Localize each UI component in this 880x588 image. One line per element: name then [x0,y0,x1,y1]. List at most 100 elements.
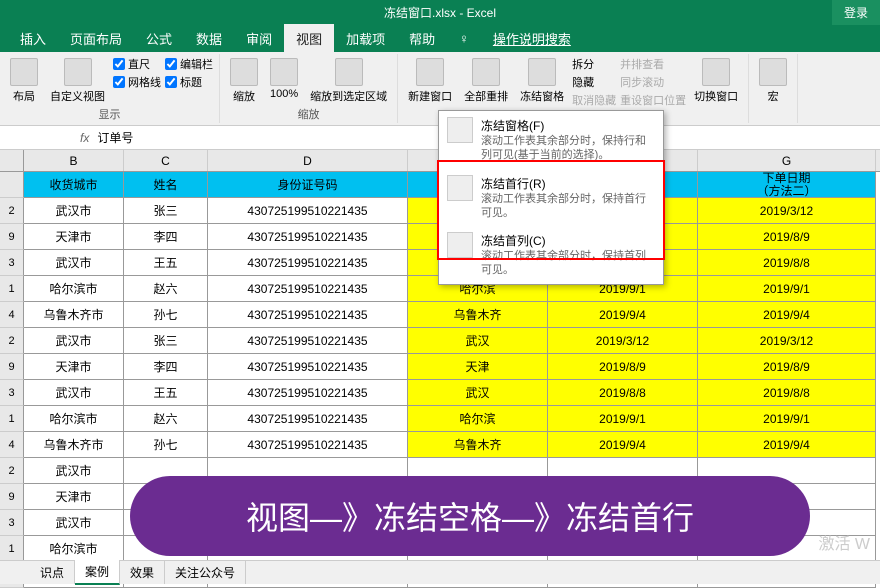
switch-window-button[interactable]: 切换窗口 [690,56,742,106]
cell[interactable]: 乌鲁木齐 [408,432,548,458]
unhide-button[interactable]: 取消隐藏 [572,92,616,108]
tab-页面布局[interactable]: 页面布局 [58,23,134,54]
row-header[interactable]: 2 [0,328,24,354]
sync-scroll-button[interactable]: 同步滚动 [620,74,686,90]
cell[interactable]: 天津 [408,354,548,380]
zoom-selection-button[interactable]: 缩放到选定区域 [306,56,391,106]
col-header-C[interactable]: C [124,150,208,171]
cell[interactable]: 武汉市 [24,380,124,406]
login-button[interactable]: 登录 [832,0,880,25]
row-header[interactable]: 3 [0,510,24,536]
cell[interactable]: 2019/9/1 [548,406,698,432]
split-button[interactable]: 拆分 [572,56,616,72]
row-header[interactable]: 2 [0,198,24,224]
row-header[interactable]: 9 [0,354,24,380]
cell[interactable]: 武汉市 [24,328,124,354]
sheet-tab-案例[interactable]: 案例 [75,560,120,585]
freeze-option-0[interactable]: 冻结窗格(F)滚动工作表其余部分时，保持行和列可见(基于当前的选择)。 [439,111,663,169]
cell[interactable]: 武汉 [408,328,548,354]
header-cell[interactable]: 下单日期 （方法二） [698,172,876,198]
cell[interactable]: 天津市 [24,354,124,380]
cell[interactable]: 2019/3/12 [698,198,876,224]
row-header[interactable] [0,172,24,198]
tab-视图[interactable]: 视图 [284,23,334,54]
cell[interactable]: 430725199510221435 [208,328,408,354]
macro-button[interactable]: 宏 [755,56,791,106]
col-header-G[interactable]: G [698,150,876,171]
row-header[interactable]: 2 [0,458,24,484]
row-header[interactable]: 3 [0,250,24,276]
cell[interactable]: 赵六 [124,276,208,302]
row-header[interactable]: 4 [0,432,24,458]
cell[interactable]: 孙七 [124,432,208,458]
tab-公式[interactable]: 公式 [134,23,184,54]
arrange-all-button[interactable]: 全部重排 [460,56,512,106]
freeze-option-2[interactable]: 冻结首列(C)滚动工作表其余部分时，保持首列可见。 [439,226,663,284]
cell[interactable]: 哈尔滨 [408,406,548,432]
layout-button[interactable]: 布局 [6,56,42,106]
new-window-button[interactable]: 新建窗口 [404,56,456,106]
tab-插入[interactable]: 插入 [8,23,58,54]
cell[interactable]: 武汉市 [24,250,124,276]
cell[interactable]: 430725199510221435 [208,302,408,328]
zoom-button[interactable]: 缩放 [226,56,262,106]
cell[interactable]: 李四 [124,224,208,250]
cell[interactable]: 430725199510221435 [208,224,408,250]
cell[interactable]: 天津市 [24,484,124,510]
cell[interactable]: 李四 [124,354,208,380]
custom-view-button[interactable]: 自定义视图 [46,56,109,106]
row-header[interactable]: 1 [0,276,24,302]
cell[interactable]: 王五 [124,250,208,276]
cell[interactable]: 乌鲁木齐市 [24,302,124,328]
ruler-checkbox[interactable]: 直尺 [113,56,161,72]
col-header-D[interactable]: D [208,150,408,171]
cell[interactable]: 2019/3/12 [698,328,876,354]
cell[interactable]: 2019/8/9 [698,224,876,250]
freeze-option-1[interactable]: 冻结首行(R)滚动工作表其余部分时，保持首行可见。 [439,169,663,227]
cell[interactable]: 2019/8/8 [698,380,876,406]
cell[interactable]: 武汉 [408,380,548,406]
cell[interactable]: 2019/9/4 [698,432,876,458]
cell[interactable]: 哈尔滨市 [24,406,124,432]
cell[interactable]: 430725199510221435 [208,380,408,406]
tab-帮助[interactable]: 帮助 [397,23,447,54]
gridlines-checkbox[interactable]: 网格线 [113,74,161,90]
cell[interactable]: 2019/9/4 [698,302,876,328]
reset-position-button[interactable]: 重设窗口位置 [620,92,686,108]
cell[interactable]: 天津市 [24,224,124,250]
row-header[interactable]: 1 [0,406,24,432]
row-header[interactable]: 1 [0,536,24,562]
cell[interactable]: 孙七 [124,302,208,328]
select-all-corner[interactable] [0,150,24,171]
row-header[interactable]: 4 [0,302,24,328]
zoom-100-button[interactable]: 100% [266,56,302,102]
tab-加载项[interactable]: 加载项 [334,23,397,54]
cell[interactable]: 2019/9/1 [698,276,876,302]
cell[interactable]: 乌鲁木齐市 [24,432,124,458]
cell[interactable]: 430725199510221435 [208,406,408,432]
tab-数据[interactable]: 数据 [184,23,234,54]
row-header[interactable]: 3 [0,380,24,406]
cell[interactable]: 430725199510221435 [208,198,408,224]
cell[interactable]: 王五 [124,380,208,406]
cell[interactable]: 430725199510221435 [208,354,408,380]
side-by-side-button[interactable]: 并排查看 [620,56,686,72]
freeze-panes-button[interactable]: 冻结窗格 [516,56,568,106]
cell[interactable]: 张三 [124,198,208,224]
cell[interactable]: 430725199510221435 [208,250,408,276]
cell[interactable]: 武汉市 [24,510,124,536]
sheet-tab-识点[interactable]: 识点 [30,561,75,584]
cell[interactable]: 2019/8/9 [548,354,698,380]
tab-操作说明搜索[interactable]: 操作说明搜索 [481,23,583,54]
cell[interactable]: 430725199510221435 [208,432,408,458]
cell[interactable]: 乌鲁木齐 [408,302,548,328]
cell[interactable]: 张三 [124,328,208,354]
cell[interactable]: 哈尔滨市 [24,536,124,562]
cell[interactable]: 2019/8/9 [698,354,876,380]
cell[interactable]: 2019/8/8 [548,380,698,406]
row-header[interactable]: 9 [0,224,24,250]
header-cell[interactable]: 姓名 [124,172,208,198]
header-cell[interactable]: 身份证号码 [208,172,408,198]
formula-bar-checkbox[interactable]: 编辑栏 [165,56,213,72]
header-cell[interactable]: 收货城市 [24,172,124,198]
